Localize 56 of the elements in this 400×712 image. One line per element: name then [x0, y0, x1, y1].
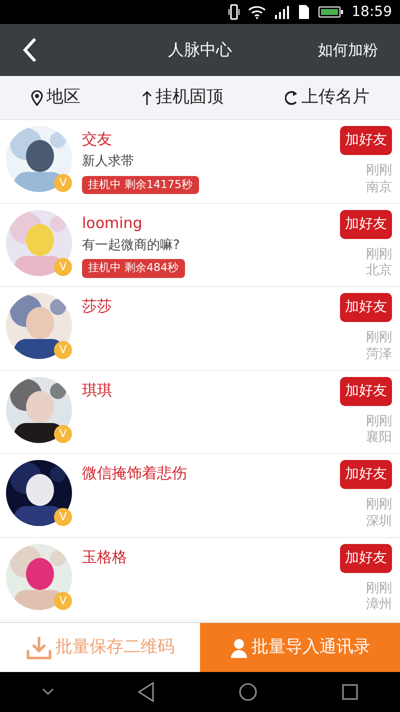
time-label: 刚刚	[366, 246, 392, 263]
time-label: 刚刚	[366, 414, 392, 430]
city-label: 深圳	[366, 514, 392, 531]
recents-icon[interactable]	[340, 683, 358, 701]
city-label: 北京	[366, 263, 392, 280]
time-label: 刚刚	[366, 330, 392, 347]
up-arrow-icon	[142, 90, 152, 106]
filter-tab[interactable]: 上传名片	[284, 84, 370, 110]
contact-name: looming	[82, 214, 142, 232]
help-link[interactable]: 如何加粉	[318, 39, 378, 62]
filter-tab[interactable]: 挂机固顶	[142, 84, 224, 110]
add-friend-button[interactable]: 加好友	[340, 293, 392, 322]
contact-message: 有一起微商的嘛?	[82, 236, 180, 254]
contacts-icon	[230, 636, 248, 658]
sim-icon	[298, 4, 310, 20]
battery-icon	[318, 6, 344, 18]
chevron-down-icon[interactable]	[42, 688, 54, 696]
verified-badge: V	[54, 174, 72, 192]
contact-name: 莎莎	[82, 297, 112, 315]
contact-name: 微信掩饰着悲伤	[82, 464, 187, 482]
back-nav-icon[interactable]	[136, 682, 154, 702]
pin-icon	[30, 90, 42, 106]
filter-tab[interactable]: 地区	[30, 84, 80, 110]
vibrate-icon	[228, 4, 240, 20]
verified-badge: V	[54, 508, 72, 526]
add-friend-button[interactable]: 加好友	[340, 126, 392, 155]
add-friend-button[interactable]: 加好友	[340, 210, 392, 238]
time-label: 刚刚	[366, 497, 392, 514]
city-label: 菏泽	[366, 346, 392, 364]
city-label: 南京	[366, 180, 392, 197]
time-label: 刚刚	[366, 580, 392, 597]
city-label: 漳州	[366, 597, 392, 614]
signal-icon	[274, 5, 290, 19]
home-icon[interactable]	[238, 682, 258, 702]
contact-message: 新人求带	[82, 153, 134, 171]
verified-badge: V	[54, 258, 72, 276]
contact-name: 玉格格	[82, 548, 127, 566]
contact-name: 交友	[82, 130, 112, 148]
verified-badge: V	[54, 341, 72, 359]
city-label: 襄阳	[366, 430, 392, 448]
import-contacts-button[interactable]: 批量导入通讯录	[200, 623, 400, 672]
status-tag: 挂机中 剩余484秒	[82, 259, 184, 278]
verified-badge: V	[54, 592, 72, 610]
page-title: 人脉中心	[168, 39, 232, 61]
download-icon	[26, 636, 52, 660]
status-tag: 挂机中 剩余14175秒	[82, 176, 198, 194]
add-friend-button[interactable]: 加好友	[340, 460, 392, 489]
add-friend-button[interactable]: 加好友	[340, 376, 392, 406]
time-label: 刚刚	[366, 163, 392, 180]
status-time: 18:59	[352, 2, 392, 22]
add-friend-button[interactable]: 加好友	[340, 544, 392, 572]
verified-badge: V	[54, 424, 72, 442]
wifi-icon	[248, 5, 266, 19]
refresh-icon	[284, 90, 298, 106]
contact-name: 琪琪	[82, 380, 112, 398]
back-icon[interactable]	[22, 37, 38, 63]
